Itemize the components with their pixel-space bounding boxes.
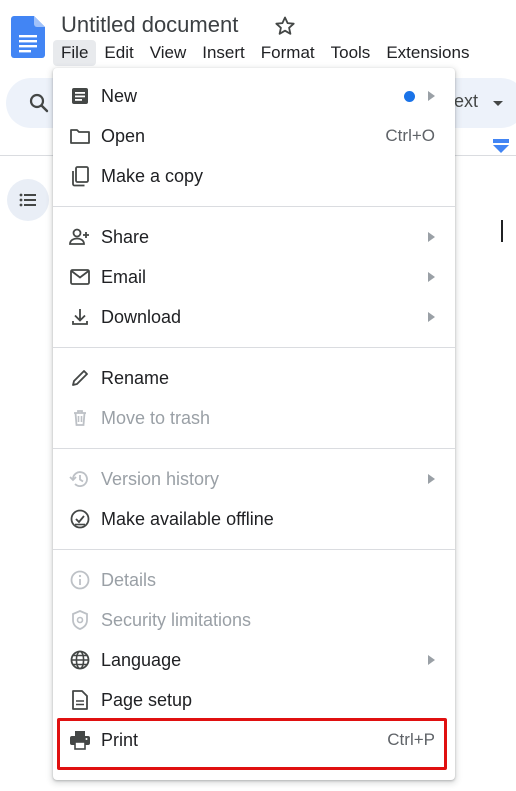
menu-file[interactable]: File	[53, 40, 97, 66]
menu-item-make-available-offline[interactable]: Make available offline	[53, 499, 455, 539]
submenu-arrow-icon	[428, 232, 435, 242]
info-icon	[68, 568, 92, 592]
menu-separator	[53, 549, 455, 550]
menu-tools[interactable]: Tools	[323, 40, 379, 66]
mail-icon	[68, 265, 92, 289]
submenu-arrow-icon	[428, 655, 435, 665]
menu-item-share[interactable]: Share	[53, 217, 455, 257]
menu-item-download[interactable]: Download	[53, 297, 455, 337]
menu-format[interactable]: Format	[253, 40, 323, 66]
person-add-icon	[68, 225, 92, 249]
menu-item-email[interactable]: Email	[53, 257, 455, 297]
history-icon	[68, 467, 92, 491]
menu-bar: File Edit View Insert Format Tools Exten…	[53, 40, 477, 66]
star-icon[interactable]	[273, 14, 297, 38]
folder-icon	[68, 124, 92, 148]
menu-insert[interactable]: Insert	[194, 40, 253, 66]
docs-logo-icon[interactable]	[11, 16, 45, 58]
doc-icon	[68, 84, 92, 108]
menu-separator	[53, 206, 455, 207]
menu-item-rename[interactable]: Rename	[53, 358, 455, 398]
menu-item-language[interactable]: Language	[53, 640, 455, 680]
shortcut-print: Ctrl+P	[387, 730, 435, 749]
search-icon[interactable]	[27, 91, 51, 115]
new-indicator-dot	[404, 90, 415, 102]
offline-check-icon	[68, 507, 92, 531]
menu-separator	[53, 347, 455, 348]
menu-item-details[interactable]: Details	[53, 560, 455, 600]
ruler-indent-marker-icon[interactable]	[492, 139, 510, 153]
menu-item-open[interactable]: Open Ctrl+O	[53, 116, 455, 156]
menu-item-make-a-copy[interactable]: Make a copy	[53, 156, 455, 196]
file-menu-dropdown: New Open Ctrl+O Make a copy Share Email …	[53, 68, 455, 780]
menu-item-new[interactable]: New	[53, 76, 455, 116]
download-icon	[68, 305, 92, 329]
submenu-arrow-icon	[428, 312, 435, 322]
submenu-arrow-icon	[428, 272, 435, 282]
pencil-icon	[68, 366, 92, 390]
trash-icon	[68, 406, 92, 430]
printer-icon	[68, 728, 92, 752]
menu-item-version-history[interactable]: Version history	[53, 459, 455, 499]
menu-item-print[interactable]: Print Ctrl+P	[53, 720, 455, 760]
chevron-down-icon[interactable]	[490, 95, 506, 111]
menu-separator	[53, 448, 455, 449]
outline-toggle-button[interactable]	[7, 179, 49, 221]
google-docs-window: Untitled document File Edit View Insert …	[0, 0, 516, 791]
document-title[interactable]: Untitled document	[61, 11, 238, 39]
page-setup-icon	[68, 688, 92, 712]
menu-view[interactable]: View	[142, 40, 195, 66]
shortcut-open: Ctrl+O	[385, 126, 435, 145]
submenu-arrow-icon	[428, 91, 435, 101]
submenu-arrow-icon	[428, 474, 435, 484]
text-cursor	[501, 220, 503, 242]
menu-extensions[interactable]: Extensions	[378, 40, 477, 66]
menu-edit[interactable]: Edit	[96, 40, 141, 66]
globe-icon	[68, 648, 92, 672]
toolbar-style-label[interactable]: ext	[454, 91, 478, 112]
menu-item-security-limitations[interactable]: Security limitations	[53, 600, 455, 640]
shield-icon	[68, 608, 92, 632]
menu-item-move-to-trash[interactable]: Move to trash	[53, 398, 455, 438]
menu-item-page-setup[interactable]: Page setup	[53, 680, 455, 720]
copy-icon	[68, 164, 92, 188]
list-icon	[19, 193, 36, 207]
